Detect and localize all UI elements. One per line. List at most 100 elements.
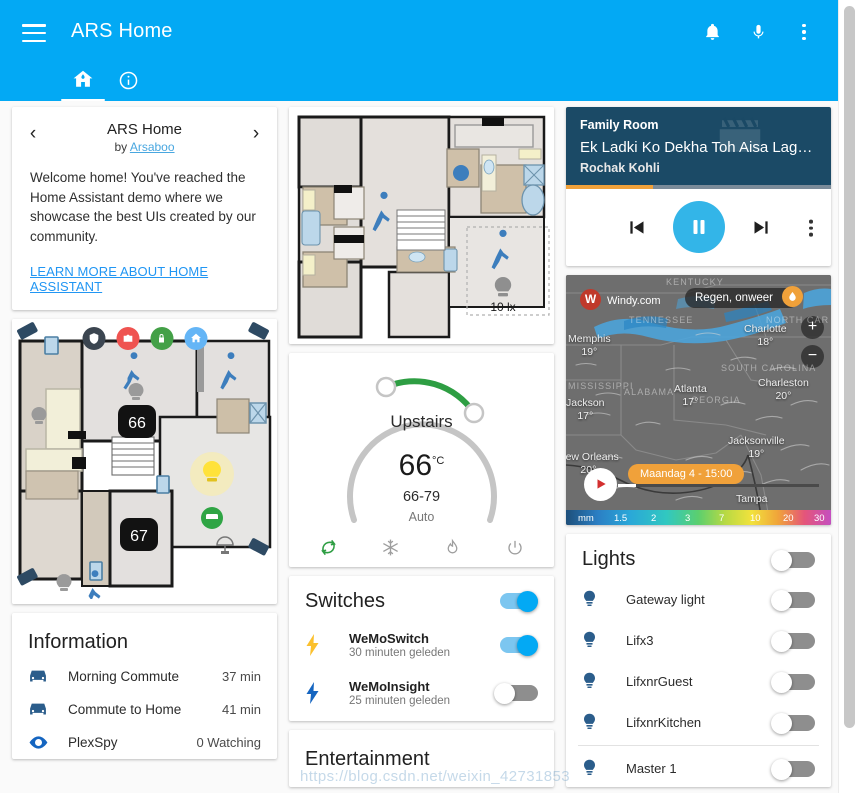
prev-demo-button[interactable]: ‹ xyxy=(22,123,44,145)
dashboard-columns: ‹ › ARS Home by Arsaboo Welcome home! Yo… xyxy=(0,101,838,793)
thermostat-mode: Auto xyxy=(408,509,435,524)
floorplan-lower-card[interactable]: 66 67 xyxy=(12,319,277,605)
media-more-icon[interactable] xyxy=(809,217,813,240)
media-player-card: Family Room Ek Ladki Ko Dekha Toh Aisa L… xyxy=(566,107,831,266)
city-temp: 20° xyxy=(775,389,792,402)
light-row-lifx3[interactable]: Lifx3 xyxy=(566,620,831,661)
home-icon[interactable] xyxy=(184,327,207,351)
eye-icon xyxy=(28,735,68,750)
light-row-lifxnrguest[interactable]: LifxnrGuest xyxy=(566,661,831,702)
temp-value: 66 xyxy=(398,448,433,482)
windy-logo: W Windy.com xyxy=(580,288,661,310)
app-bar: ARS Home xyxy=(0,0,838,101)
city-charleston: Charleston 20° xyxy=(758,377,809,403)
lightbulb-icon xyxy=(582,712,626,733)
previous-track-icon[interactable] xyxy=(626,217,647,238)
lights-card: Lights Gateway light Lifx3 LifxnrGuest L… xyxy=(566,534,831,787)
thermostat-dial[interactable]: Upstairs 66°C 66-79 Auto xyxy=(289,353,554,567)
camera-icon[interactable] xyxy=(116,327,139,351)
media-player-header: Family Room Ek Ladki Ko Dekha Toh Aisa L… xyxy=(566,107,831,185)
light-toggle[interactable] xyxy=(771,671,815,693)
light-toggle[interactable] xyxy=(771,758,815,780)
city-temp: 17° xyxy=(682,395,699,408)
app-root: ARS Home ‹ › ARS Home by Arsaboo Welcome… xyxy=(0,0,860,793)
more-vertical-icon[interactable] xyxy=(792,18,816,46)
pause-icon[interactable] xyxy=(672,201,725,253)
light-toggle[interactable] xyxy=(771,630,815,652)
switch-toggle[interactable] xyxy=(494,634,538,656)
info-label: PlexSpy xyxy=(68,735,118,751)
city-tampa: Tampa xyxy=(736,493,768,506)
windy-weather-card[interactable]: W Windy.com Regen, onweer + − KENTUCKY T… xyxy=(566,274,831,526)
light-name: LifxnrGuest xyxy=(626,674,693,690)
floorplan-upper-image[interactable]: 10 lx xyxy=(289,107,554,344)
switches-card: Switches WeMoSwitch 30 minuten geleden W… xyxy=(289,575,554,721)
city-memphis: Memphis 19° xyxy=(568,333,611,359)
windy-brand: Windy.com xyxy=(607,289,661,309)
state-label: KENTUCKY xyxy=(666,276,724,287)
thermostat-card: Upstairs 66°C 66-79 Auto xyxy=(289,352,554,567)
light-info: Lifx3 xyxy=(626,633,771,648)
city-jackson: Jackson 17° xyxy=(566,397,605,423)
play-icon[interactable] xyxy=(584,467,617,501)
welcome-header: ‹ › ARS Home by Arsaboo xyxy=(12,107,277,162)
info-row-morning-commute[interactable]: Morning Commute 37 min xyxy=(12,660,277,693)
next-demo-button[interactable]: › xyxy=(245,123,267,145)
lights-title: Lights xyxy=(582,548,636,571)
switches-header: Switches xyxy=(289,576,554,621)
hamburger-icon[interactable] xyxy=(22,24,46,42)
column-middle: 10 lx Upstairs 66°C 66-79 Auto Switches … xyxy=(283,101,560,793)
light-row-gateway-light[interactable]: Gateway light xyxy=(566,579,831,620)
switches-master-toggle[interactable] xyxy=(494,591,538,613)
bell-icon[interactable] xyxy=(700,18,724,46)
lights-master-toggle[interactable] xyxy=(771,549,815,571)
lightning-bolt-icon xyxy=(305,633,349,656)
information-title: Information xyxy=(28,631,129,654)
scrollbar-thumb[interactable] xyxy=(844,6,855,728)
page-scrollbar[interactable] xyxy=(838,0,860,793)
snowflake-icon[interactable] xyxy=(380,537,402,559)
shield-icon[interactable] xyxy=(82,327,105,351)
info-row-plexspy[interactable]: PlexSpy 0 Watching xyxy=(12,726,277,759)
auto-cycle-icon[interactable] xyxy=(318,537,340,559)
app-bar-top-row: ARS Home xyxy=(0,0,838,66)
state-label: TENNESSEE xyxy=(629,314,694,325)
tab-info[interactable] xyxy=(100,66,156,101)
lightbulb-icon xyxy=(582,671,626,692)
welcome-author-line: by Arsaboo xyxy=(22,140,267,154)
lock-icon[interactable] xyxy=(150,327,173,351)
power-icon[interactable] xyxy=(504,537,526,559)
raindrop-icon[interactable] xyxy=(782,285,803,307)
city-jacksonville: Jacksonville 19° xyxy=(728,435,785,461)
next-track-icon[interactable] xyxy=(751,217,772,238)
author-link[interactable]: Arsaboo xyxy=(130,140,175,154)
legend-unit: mm xyxy=(578,512,594,524)
thermostat-range: 66-79 xyxy=(402,488,441,505)
switch-last-changed: 30 minuten geleden xyxy=(349,646,451,659)
media-room-name: Family Room xyxy=(580,118,659,132)
switch-row-wemoinsight[interactable]: WeMoInsight 25 minuten geleden xyxy=(289,669,554,717)
light-row-master-1[interactable]: Master 1 xyxy=(566,748,831,787)
info-row-commute-to-home[interactable]: Commute to Home 41 min xyxy=(12,693,277,726)
floorplan-lower-image[interactable]: 66 67 xyxy=(12,319,277,605)
info-label: Commute to Home xyxy=(68,702,182,718)
light-info: Master 1 xyxy=(626,761,771,776)
switch-toggle[interactable] xyxy=(494,682,538,704)
windy-map[interactable]: W Windy.com Regen, onweer + − KENTUCKY T… xyxy=(566,274,831,526)
microphone-icon[interactable] xyxy=(746,18,770,46)
switch-row-wemoswitch[interactable]: WeMoSwitch 30 minuten geleden xyxy=(289,621,554,669)
floorplan-upper-card[interactable]: 10 lx xyxy=(289,107,554,344)
legend-tick: 7 xyxy=(719,512,725,524)
light-toggle[interactable] xyxy=(771,589,815,611)
flame-icon[interactable] xyxy=(442,537,464,559)
light-row-lifxnrkitchen[interactable]: LifxnrKitchen xyxy=(566,702,831,743)
thermostat-name: Upstairs xyxy=(390,411,453,431)
learn-more-link[interactable]: LEARN MORE ABOUT HOME ASSISTANT xyxy=(12,256,277,310)
light-toggle[interactable] xyxy=(771,712,815,734)
switch-last-changed: 25 minuten geleden xyxy=(349,694,451,707)
switch-info: WeMoInsight 25 minuten geleden xyxy=(349,679,494,707)
lux-label: 10 lx xyxy=(490,300,515,314)
by-label: by xyxy=(114,140,130,154)
legend-tick: 2 xyxy=(651,512,657,524)
windy-timeline[interactable] xyxy=(618,483,819,487)
